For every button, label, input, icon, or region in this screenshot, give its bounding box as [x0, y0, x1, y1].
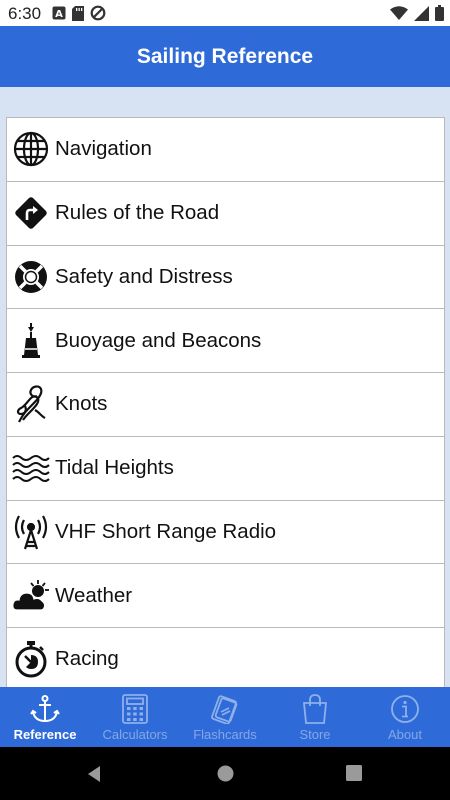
bottom-navigation: Reference Calculators Flashcards Store A… — [0, 687, 450, 747]
nav-item-reference[interactable]: Reference — [0, 687, 90, 747]
nav-item-about[interactable]: About — [360, 687, 450, 747]
list-item-buoyage-and-beacons[interactable]: Buoyage and Beacons — [7, 309, 444, 373]
nav-item-flashcards[interactable]: Flashcards — [180, 687, 270, 747]
list-item-label: Rules of the Road — [55, 201, 220, 225]
svg-text:A: A — [55, 9, 63, 20]
nav-item-store[interactable]: Store — [270, 687, 360, 747]
status-bar: 6:30 A — [0, 0, 450, 26]
list-item-tidal-heights[interactable]: Tidal Heights — [7, 437, 444, 501]
shopping-bag-icon — [301, 694, 329, 724]
stopwatch-icon — [7, 628, 55, 687]
wifi-icon — [390, 6, 408, 25]
list-item-label: Buoyage and Beacons — [55, 328, 262, 352]
list-item-vhf-short-range-radio[interactable]: VHF Short Range Radio — [7, 501, 444, 565]
list-item-label: VHF Short Range Radio — [55, 519, 277, 543]
sun-cloud-icon — [7, 564, 55, 627]
list-item-label: Navigation — [55, 137, 152, 161]
buoy-icon — [7, 309, 55, 372]
page-title: Sailing Reference — [136, 44, 314, 68]
system-navigation-bar — [0, 747, 450, 800]
nav-label: Store — [299, 727, 331, 742]
list-item-label: Knots — [55, 392, 108, 416]
list-item-navigation[interactable]: Navigation — [7, 118, 444, 182]
knot-icon — [7, 373, 55, 436]
radio-antenna-icon — [7, 500, 55, 563]
list-item-safety-and-distress[interactable]: Safety and Distress — [7, 246, 444, 310]
status-time: 6:30 — [8, 4, 42, 23]
home-icon[interactable] — [217, 765, 234, 787]
battery-icon — [435, 5, 444, 26]
nav-item-calculators[interactable]: Calculators — [90, 687, 180, 747]
text-a-icon: A — [52, 6, 66, 25]
nav-label: Flashcards — [193, 727, 257, 742]
nav-label: About — [388, 727, 422, 742]
do-not-disturb-icon — [90, 5, 106, 26]
list-item-racing[interactable]: Racing — [7, 628, 444, 687]
list-item-label: Tidal Heights — [55, 456, 174, 480]
anchor-icon — [30, 694, 60, 724]
app-bar: Sailing Reference — [0, 26, 450, 87]
list-item-weather[interactable]: Weather — [7, 564, 444, 628]
nav-label: Calculators — [102, 727, 168, 742]
list-item-knots[interactable]: Knots — [7, 373, 444, 437]
calculator-icon — [122, 694, 148, 724]
info-icon — [390, 694, 420, 724]
list-item-label: Weather — [55, 583, 133, 607]
back-icon[interactable] — [86, 765, 102, 788]
flashcards-icon — [209, 694, 241, 724]
turn-sign-icon — [7, 182, 55, 245]
list-item-label: Safety and Distress — [55, 264, 233, 288]
signal-icon — [414, 5, 429, 26]
list-item-rules-of-the-road[interactable]: Rules of the Road — [7, 182, 444, 246]
waves-icon — [7, 437, 55, 500]
nav-label: Reference — [13, 727, 77, 742]
reference-list: Navigation Rules of the Road Safety and … — [6, 117, 445, 687]
lifebuoy-icon — [7, 245, 55, 308]
globe-icon — [7, 118, 55, 181]
recents-icon[interactable] — [346, 765, 362, 786]
sd-card-icon — [72, 5, 84, 26]
list-item-label: Racing — [55, 647, 119, 671]
